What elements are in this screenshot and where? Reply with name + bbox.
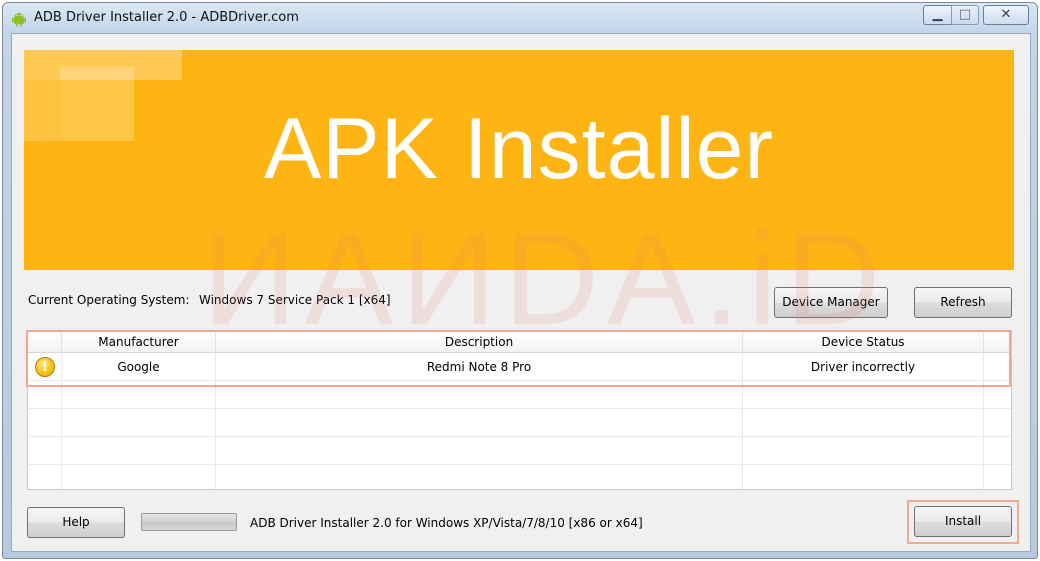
- header-icon-column: [28, 331, 62, 353]
- row-device-status: Driver incorrectly: [743, 353, 984, 381]
- table-row-empty: [28, 465, 1011, 489]
- refresh-button[interactable]: Refresh: [914, 287, 1012, 318]
- banner-title: APK Installer: [263, 101, 775, 197]
- empty-cell: [216, 381, 743, 409]
- minimize-button[interactable]: ▁: [923, 5, 951, 25]
- close-icon: ✕: [1000, 7, 1012, 22]
- os-label: Current Operating System:: [28, 293, 190, 307]
- maximize-icon: □: [958, 7, 972, 22]
- empty-cell: [984, 437, 1011, 465]
- header-description[interactable]: Description: [216, 331, 743, 353]
- empty-cell: [743, 437, 984, 465]
- banner: APK Installer: [24, 50, 1014, 270]
- app-window: ADB Driver Installer 2.0 - ADBDriver.com…: [2, 2, 1038, 559]
- empty-cell: [216, 465, 743, 489]
- empty-cell: [984, 465, 1011, 489]
- row-description: Redmi Note 8 Pro: [216, 353, 743, 381]
- empty-cell: [743, 465, 984, 489]
- android-icon: [12, 13, 26, 27]
- empty-cell: [62, 409, 216, 437]
- header-device-status[interactable]: Device Status: [743, 331, 984, 353]
- empty-cell: [62, 437, 216, 465]
- install-button[interactable]: Install: [914, 506, 1012, 537]
- empty-cell: [743, 381, 984, 409]
- device-table[interactable]: Manufacturer Description Device Status !…: [27, 330, 1012, 490]
- table-header: Manufacturer Description Device Status: [28, 331, 1011, 353]
- close-button[interactable]: ✕: [983, 5, 1029, 25]
- row-spacer: [984, 353, 1011, 381]
- progress-bar: [141, 513, 237, 531]
- empty-cell: [984, 409, 1011, 437]
- empty-cell: [984, 381, 1011, 409]
- device-manager-button[interactable]: Device Manager: [774, 287, 888, 318]
- help-button[interactable]: Help: [27, 507, 125, 538]
- table-row-empty: [28, 381, 1011, 409]
- maximize-button[interactable]: □: [951, 5, 979, 25]
- title-bar[interactable]: ADB Driver Installer 2.0 - ADBDriver.com…: [3, 3, 1037, 33]
- header-manufacturer[interactable]: Manufacturer: [62, 331, 216, 353]
- table-row[interactable]: ! Google Redmi Note 8 Pro Driver incorre…: [28, 353, 1011, 381]
- empty-cell: [62, 381, 216, 409]
- empty-cell: [28, 409, 62, 437]
- empty-cell: [28, 381, 62, 409]
- empty-cell: [216, 437, 743, 465]
- empty-cell: [28, 465, 62, 489]
- main-panel: APK Installer Current Operating System: …: [11, 33, 1031, 552]
- empty-cell: [216, 409, 743, 437]
- window-title: ADB Driver Installer 2.0 - ADBDriver.com: [34, 10, 299, 25]
- empty-cell: [62, 465, 216, 489]
- table-row-empty: [28, 409, 1011, 437]
- table-row-empty: [28, 437, 1011, 465]
- footer-info: ADB Driver Installer 2.0 for Windows XP/…: [250, 516, 643, 530]
- row-manufacturer: Google: [62, 353, 216, 381]
- warning-icon: !: [35, 357, 55, 377]
- empty-cell: [743, 409, 984, 437]
- minimize-icon: ▁: [932, 7, 943, 22]
- row-icon-cell: !: [28, 353, 62, 381]
- header-spacer: [984, 331, 1011, 353]
- empty-cell: [28, 437, 62, 465]
- os-value: Windows 7 Service Pack 1 [x64]: [199, 293, 391, 307]
